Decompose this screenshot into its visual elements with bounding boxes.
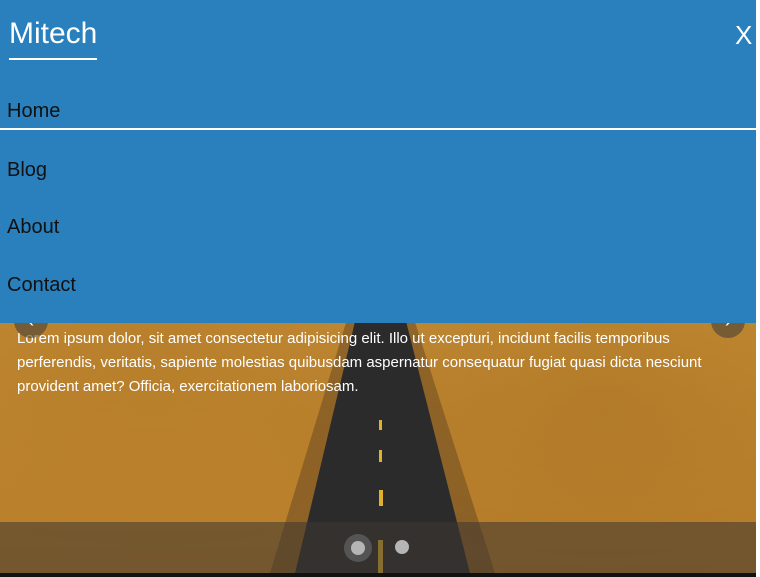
hero-caption: Lorem ipsum dolor, sit amet consectetur … bbox=[17, 330, 702, 395]
close-menu-button[interactable]: X bbox=[735, 20, 752, 50]
nav-item-home[interactable]: Home bbox=[7, 99, 60, 123]
nav-active-divider bbox=[0, 128, 756, 130]
page: Lorem ipsum dolor, sit amet consectetur … bbox=[0, 0, 760, 577]
nav-item-contact[interactable]: Contact bbox=[7, 273, 76, 297]
carousel-dot-2[interactable] bbox=[395, 540, 409, 554]
nav-item-about[interactable]: About bbox=[7, 215, 59, 239]
nav-menu-panel: Mitech X Home Blog About Contact bbox=[0, 0, 756, 323]
carousel-dot-1[interactable] bbox=[344, 534, 372, 562]
bottom-strip bbox=[0, 573, 756, 577]
carousel-indicators bbox=[0, 522, 756, 573]
nav-item-blog[interactable]: Blog bbox=[7, 158, 47, 182]
brand-logo[interactable]: Mitech bbox=[9, 16, 98, 60]
